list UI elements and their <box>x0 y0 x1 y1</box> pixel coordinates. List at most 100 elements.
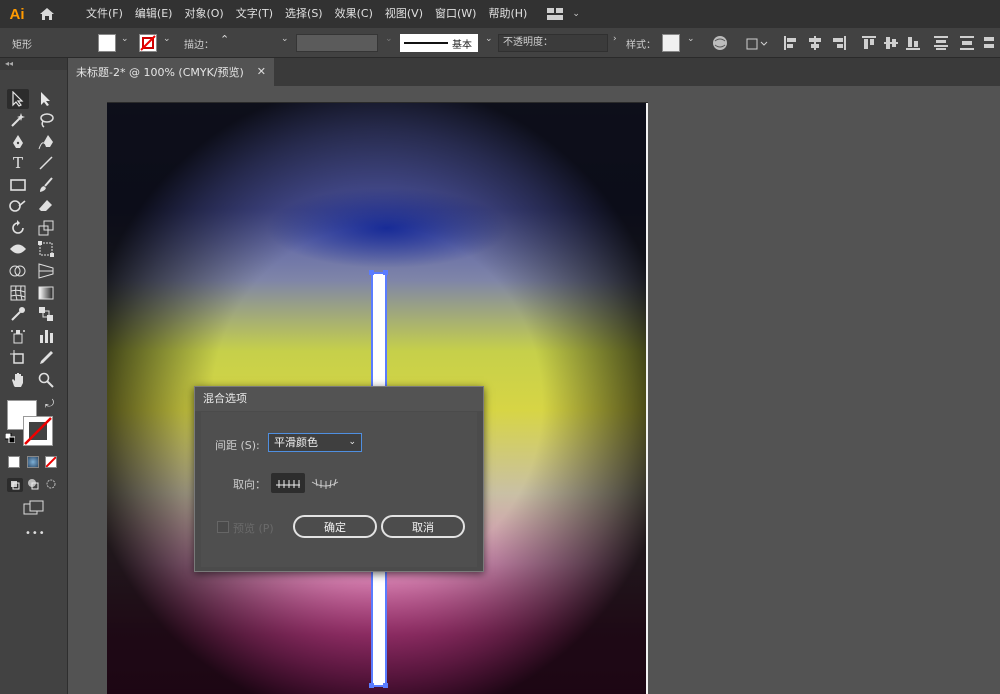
gradient-icon[interactable] <box>35 283 57 303</box>
color-mode-icon[interactable] <box>8 456 20 468</box>
draw-normal-icon[interactable] <box>7 478 23 492</box>
tab-title: 未标题-2* @ 100% (CMYK/预览) <box>76 66 244 79</box>
swap-colors-icon[interactable]: ⤾ <box>45 397 54 411</box>
ok-button[interactable]: 确定 <box>293 515 377 538</box>
blend-icon[interactable] <box>35 304 57 324</box>
home-icon[interactable] <box>34 0 60 28</box>
control-bar: 矩形 ⌄ ⌄ 描边： ⌃ ⌄ ⌄ 基本 ⌄ 不透明度： › 样式： ⌄ <box>0 28 1000 58</box>
fill-dropdown-icon[interactable]: ⌄ <box>121 34 129 44</box>
screen-mode-icon[interactable] <box>23 500 45 516</box>
stroke-weight-stepper[interactable]: ⌃ <box>220 33 229 46</box>
cancel-button[interactable]: 取消 <box>381 515 465 538</box>
stroke-style-select[interactable]: 基本 <box>400 34 478 52</box>
anchor-point[interactable] <box>383 270 388 275</box>
transform-icon[interactable] <box>746 36 768 50</box>
direct-selection-icon[interactable] <box>35 89 57 109</box>
eraser-icon[interactable] <box>35 196 57 216</box>
align-to-path-icon[interactable] <box>308 473 342 493</box>
menu-select[interactable]: 选择(S) <box>279 0 329 28</box>
menu-window[interactable]: 窗口(W) <box>429 0 482 28</box>
eyedropper-icon[interactable] <box>7 304 29 324</box>
rotate-icon[interactable] <box>7 218 29 238</box>
selected-rectangle-bottom[interactable] <box>371 565 387 687</box>
none-mode-icon[interactable] <box>45 456 57 468</box>
document-tabs: 未标题-2* @ 100% (CMYK/预览) ✕ <box>68 58 1000 86</box>
stroke-preview-line <box>404 42 448 44</box>
mesh-icon[interactable] <box>7 283 29 303</box>
width-icon[interactable] <box>7 239 29 259</box>
fill-swatch[interactable] <box>98 34 116 52</box>
variable-width-dropdown-icon[interactable]: ⌄ <box>385 34 393 44</box>
zoom-icon[interactable] <box>35 370 57 390</box>
gradient-mode-icon[interactable] <box>27 456 39 468</box>
scale-icon[interactable] <box>35 218 57 238</box>
menu-file[interactable]: 文件(F) <box>80 0 129 28</box>
perspective-grid-icon[interactable] <box>35 261 57 281</box>
blend-options-dialog: 混合选项 间距 (S): 平滑颜色 ⌄ 取向： 预览 (P) 确定 取消 <box>194 386 484 572</box>
style-label: 样式： <box>626 40 656 51</box>
default-colors-icon[interactable] <box>4 432 16 444</box>
line-icon[interactable] <box>35 153 57 173</box>
edit-toolbar-icon[interactable]: ••• <box>25 528 46 539</box>
variable-width-field[interactable] <box>296 34 378 52</box>
align-icon[interactable] <box>784 36 994 50</box>
style-dropdown-icon[interactable]: ⌄ <box>687 34 695 44</box>
lasso-icon[interactable] <box>35 110 57 130</box>
stroke-weight-dropdown-icon[interactable]: ⌄ <box>281 34 289 44</box>
graphic-style-swatch[interactable] <box>662 34 680 52</box>
orientation-label: 取向： <box>233 478 266 491</box>
app-logo: Ai <box>9 5 25 23</box>
artboard-icon[interactable] <box>7 348 29 368</box>
dialog-title: 混合选项 <box>195 387 483 411</box>
draw-behind-icon[interactable] <box>27 478 41 492</box>
menu-edit[interactable]: 编辑(E) <box>129 0 179 28</box>
opacity-dropdown-icon[interactable]: › <box>613 34 617 44</box>
menu-object[interactable]: 对象(O) <box>178 0 229 28</box>
menu-type[interactable]: 文字(T) <box>230 0 279 28</box>
selection-tool-icon[interactable] <box>7 89 29 109</box>
paintbrush-icon[interactable] <box>35 175 57 195</box>
column-graph-icon[interactable] <box>35 326 57 346</box>
anchor-point[interactable] <box>369 683 374 688</box>
anchor-point[interactable] <box>369 270 374 275</box>
hand-icon[interactable] <box>7 370 29 390</box>
opacity-field[interactable]: 不透明度： <box>498 34 608 52</box>
artboard-right-edge <box>646 103 648 694</box>
tab-document[interactable]: 未标题-2* @ 100% (CMYK/预览) ✕ <box>68 58 274 86</box>
menu-view[interactable]: 视图(V) <box>379 0 429 28</box>
workspace-switcher[interactable]: ⌄ <box>547 8 583 20</box>
stroke-label: 描边： <box>184 40 214 51</box>
object-type-label: 矩形 <box>12 40 32 51</box>
globe-icon[interactable] <box>712 35 728 51</box>
anchor-point[interactable] <box>383 683 388 688</box>
magic-wand-icon[interactable] <box>7 110 29 130</box>
stroke-style-label: 基本 <box>452 39 472 51</box>
symbol-sprayer-icon[interactable] <box>7 326 29 346</box>
close-icon[interactable]: ✕ <box>257 65 266 78</box>
stroke-color-box[interactable] <box>23 416 53 446</box>
stroke-style-dropdown-icon[interactable]: ⌄ <box>485 34 493 44</box>
free-transform-icon[interactable] <box>35 239 57 259</box>
stroke-swatch[interactable] <box>139 34 157 52</box>
workspace-icon <box>547 8 564 20</box>
toolbox-collapse[interactable]: ◂◂ <box>0 58 67 70</box>
pen-icon[interactable] <box>7 132 29 152</box>
align-to-page-icon[interactable] <box>271 473 305 493</box>
type-icon[interactable]: T <box>7 153 29 173</box>
menu-effect[interactable]: 效果(C) <box>329 0 379 28</box>
curvature-icon[interactable] <box>35 132 57 152</box>
stroke-dropdown-icon[interactable]: ⌄ <box>163 34 171 44</box>
chevron-down-icon: ⌄ <box>572 9 580 19</box>
spacing-select[interactable]: 平滑颜色 ⌄ <box>268 433 362 452</box>
shaper-icon[interactable] <box>7 196 29 216</box>
menu-help[interactable]: 帮助(H) <box>482 0 533 28</box>
shape-builder-icon[interactable] <box>7 261 29 281</box>
draw-inside-icon[interactable] <box>45 478 59 492</box>
selected-rectangle-top[interactable] <box>371 272 387 392</box>
spacing-label: 间距 (S): <box>215 439 260 452</box>
menu-bar: Ai 文件(F) 编辑(E) 对象(O) 文字(T) 选择(S) 效果(C) 视… <box>0 0 1000 28</box>
preview-checkbox[interactable] <box>217 521 229 533</box>
slice-icon[interactable] <box>35 348 57 368</box>
spacing-value: 平滑颜色 <box>274 436 318 449</box>
rectangle-icon[interactable] <box>7 175 29 195</box>
